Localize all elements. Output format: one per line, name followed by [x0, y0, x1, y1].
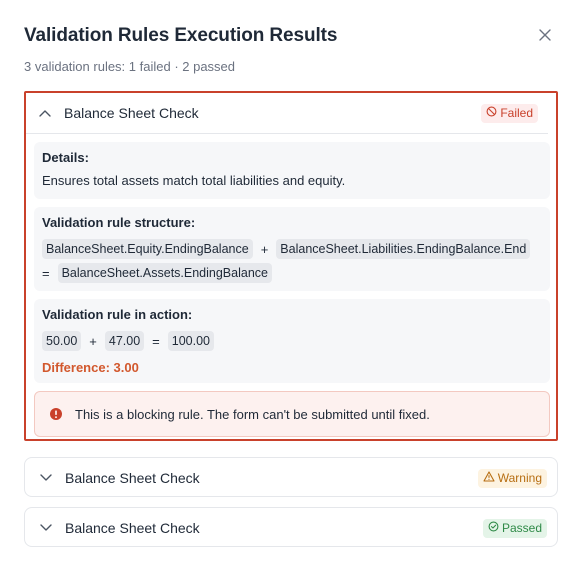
- chevron-up-icon: [38, 106, 52, 120]
- value-chip: 100.00: [167, 331, 214, 351]
- rule-title: Balance Sheet Check: [65, 520, 200, 536]
- operator: +: [89, 333, 97, 349]
- operand-chip: BalanceSheet.Liabilities.EndingBalance.E…: [276, 239, 531, 259]
- exclamation-circle-icon: [49, 407, 63, 421]
- action-expression: 50.00 + 47.00 = 100.00: [42, 331, 542, 351]
- status-label: Warning: [497, 471, 542, 485]
- chevron-down-icon: [39, 521, 53, 535]
- alert-text: This is a blocking rule. The form can't …: [75, 406, 430, 422]
- chevron-down-icon: [39, 471, 53, 485]
- warning-triangle-icon: [483, 471, 495, 485]
- check-circle-icon: [488, 521, 499, 535]
- dialog-title: Validation Rules Execution Results: [24, 25, 338, 46]
- rule-header[interactable]: Balance Sheet Check Warning: [25, 458, 557, 498]
- ban-icon: [486, 106, 497, 120]
- dialog-subtitle: 3 validation rules: 1 failed · 2 passed: [24, 59, 236, 74]
- status-badge-warning: Warning: [477, 468, 547, 488]
- validation-results-dialog: Validation Rules Execution Results 3 val…: [0, 0, 582, 576]
- operand-chip: BalanceSheet.Assets.EndingBalance: [57, 263, 272, 283]
- action-section: Validation rule in action: 50.00 + 47.00…: [34, 299, 550, 383]
- status-badge-failed: Failed: [481, 103, 538, 123]
- structure-label: Validation rule structure:: [42, 215, 196, 230]
- structure-section: Validation rule structure: BalanceSheet.…: [34, 207, 550, 291]
- action-label: Validation rule in action:: [42, 307, 193, 322]
- close-icon: [539, 28, 551, 46]
- details-label: Details:: [42, 150, 89, 165]
- operator: =: [42, 265, 50, 281]
- rules-list: Balance Sheet Check Failed Details: Ensu…: [24, 91, 558, 547]
- rule-card-warning[interactable]: Balance Sheet Check Warning: [24, 457, 558, 497]
- blocking-alert: This is a blocking rule. The form can't …: [34, 391, 550, 437]
- details-text: Ensures total assets match total liabili…: [42, 173, 346, 188]
- rule-title: Balance Sheet Check: [65, 470, 200, 486]
- close-button[interactable]: [535, 27, 555, 47]
- details-section: Details: Ensures total assets match tota…: [34, 142, 550, 199]
- status-badge-passed: Passed: [482, 518, 547, 538]
- rule-card-failed: Balance Sheet Check Failed Details: Ensu…: [24, 91, 558, 441]
- operator: =: [152, 333, 160, 349]
- difference-text: Difference: 3.00: [42, 360, 139, 375]
- status-label: Passed: [501, 521, 542, 535]
- structure-expression: BalanceSheet.Equity.EndingBalance + Bala…: [42, 239, 542, 283]
- status-label: Failed: [500, 106, 533, 120]
- operator: +: [260, 241, 269, 257]
- value-chip: 47.00: [104, 331, 145, 351]
- rule-title: Balance Sheet Check: [64, 105, 199, 121]
- rule-header[interactable]: Balance Sheet Check Passed: [25, 508, 557, 548]
- rule-header[interactable]: Balance Sheet Check Failed: [26, 93, 548, 134]
- rule-card-passed[interactable]: Balance Sheet Check Passed: [24, 507, 558, 547]
- operand-chip: BalanceSheet.Equity.EndingBalance: [42, 239, 253, 259]
- value-chip: 50.00: [42, 331, 82, 351]
